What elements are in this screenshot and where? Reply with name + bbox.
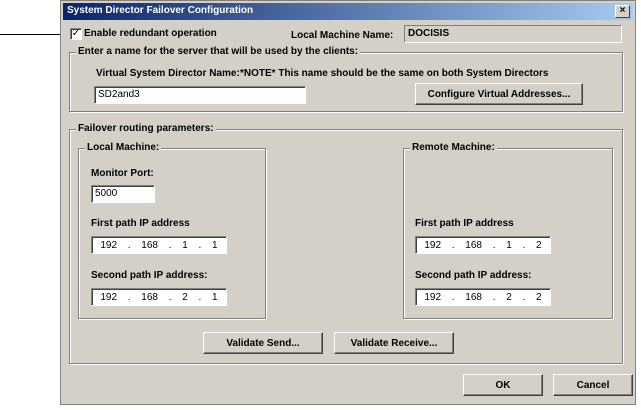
ok-label: OK [495,380,511,391]
ip-octet: 2 [182,291,188,303]
enable-redundant-label[interactable]: Enable redundant operation [84,28,217,39]
ip-separator: . [522,239,526,251]
ip-separator: . [451,239,455,251]
local-second-ip-label: Second path IP address: [91,270,208,281]
ip-octet: 1 [506,239,512,251]
ip-octet: 168 [465,291,482,303]
ip-separator: . [168,291,172,303]
cancel-button[interactable]: Cancel [553,374,633,396]
remote-second-ip-label: Second path IP address: [415,270,532,281]
ip-octet: 1 [212,291,218,303]
cancel-label: Cancel [576,380,610,391]
ip-octet: 192 [100,239,118,251]
remote-machine-legend: Remote Machine: [410,142,497,153]
validate-send-button[interactable]: Validate Send... [203,332,323,354]
validate-receive-button[interactable]: Validate Receive... [334,332,454,354]
failover-routing-group: Failover routing parameters: Local Machi… [69,123,623,364]
ip-separator: . [198,291,202,303]
local-first-ip-input[interactable]: 192. 168. 1. 1 [91,236,227,254]
virtual-sd-name-label: Virtual System Director Name: [96,68,240,79]
ip-octet: 168 [141,291,158,303]
ip-octet: 192 [100,291,118,303]
name-note: *NOTE* This name should be the same on b… [240,68,549,79]
remote-second-ip-input[interactable]: 192. 168. 2. 2 [415,288,551,306]
failover-routing-legend: Failover routing parameters: [76,123,216,134]
local-second-ip-input[interactable]: 192. 168. 2. 1 [91,288,227,306]
local-first-ip-label: First path IP address [91,218,190,229]
remote-first-ip-input[interactable]: 192. 168. 1. 2 [415,236,551,254]
monitor-port-input[interactable]: 5000 [91,185,155,203]
virtual-sd-name-input[interactable]: SD2and3 [94,86,306,104]
ip-octet: 2 [536,239,542,251]
ip-separator: . [127,291,131,303]
ip-octet: 192 [424,291,442,303]
ip-octet: 1 [182,239,188,251]
ip-octet: 2 [506,291,512,303]
ip-separator: . [168,239,172,251]
ip-separator: . [522,291,526,303]
ip-separator: . [127,239,131,251]
server-name-group-legend: Enter a name for the server that will be… [76,46,361,57]
remote-machine-group: Remote Machine: First path IP address 19… [403,142,613,319]
local-machine-name-label: Local Machine Name: [291,30,394,41]
ip-octet: 192 [424,239,442,251]
remote-first-ip-label: First path IP address [415,218,514,229]
ip-octet: 168 [141,239,158,251]
server-name-group: Enter a name for the server that will be… [69,46,623,112]
ip-octet: 168 [465,239,482,251]
validate-receive-label: Validate Receive... [350,338,438,349]
configure-virtual-addresses-label: Configure Virtual Addresses... [427,89,571,100]
monitor-port-label: Monitor Port: [91,168,154,179]
ip-separator: . [492,239,496,251]
ok-button[interactable]: OK [463,374,543,396]
ip-separator: . [492,291,496,303]
title-bar: System Director Failover Configuration × [63,3,633,20]
configure-virtual-addresses-button[interactable]: Configure Virtual Addresses... [415,83,583,105]
window-title: System Director Failover Configuration [67,5,254,16]
enable-redundant-checkbox[interactable]: ✓ [70,28,82,40]
close-icon[interactable]: × [615,5,630,18]
validate-send-label: Validate Send... [226,338,300,349]
ip-separator: . [198,239,202,251]
local-machine-group: Local Machine: Monitor Port: 5000 First … [78,142,266,319]
callout-line [0,34,64,35]
ip-separator: . [451,291,455,303]
failover-config-dialog: System Director Failover Configuration ×… [60,0,636,405]
ip-octet: 1 [212,239,218,251]
local-machine-legend: Local Machine: [85,142,162,153]
local-machine-name-field: DOCISIS [404,25,622,43]
ip-octet: 2 [536,291,542,303]
